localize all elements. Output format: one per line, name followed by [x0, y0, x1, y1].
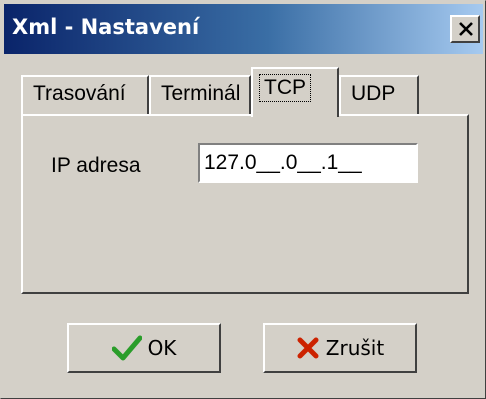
tab-label: TCP — [259, 74, 311, 102]
tab-label: UDP — [351, 82, 396, 105]
tab-tcp[interactable]: TCP — [251, 67, 339, 117]
settings-dialog: Xml - Nastavení Trasování Terminál TCP U… — [0, 0, 486, 399]
ok-label: OK — [147, 336, 177, 360]
ip-address-label: IP adresa — [51, 154, 141, 177]
tab-panel-tcp — [21, 114, 469, 294]
cancel-button[interactable]: Zrušit — [263, 323, 417, 373]
close-button[interactable] — [450, 15, 480, 43]
tab-udp[interactable]: UDP — [339, 75, 419, 115]
close-icon — [459, 22, 473, 36]
tab-label: Terminál — [161, 82, 241, 105]
tab-terminal[interactable]: Terminál — [149, 75, 251, 115]
checkmark-icon — [111, 335, 142, 361]
cancel-label: Zrušit — [325, 336, 385, 360]
ok-button[interactable]: OK — [67, 323, 221, 373]
cross-icon — [297, 337, 319, 359]
window-title: Xml - Nastavení — [12, 15, 200, 39]
tab-label: Trasování — [33, 82, 126, 105]
ip-address-input[interactable] — [198, 143, 418, 183]
tab-trasovani[interactable]: Trasování — [21, 75, 149, 115]
title-bar: Xml - Nastavení — [4, 4, 483, 54]
